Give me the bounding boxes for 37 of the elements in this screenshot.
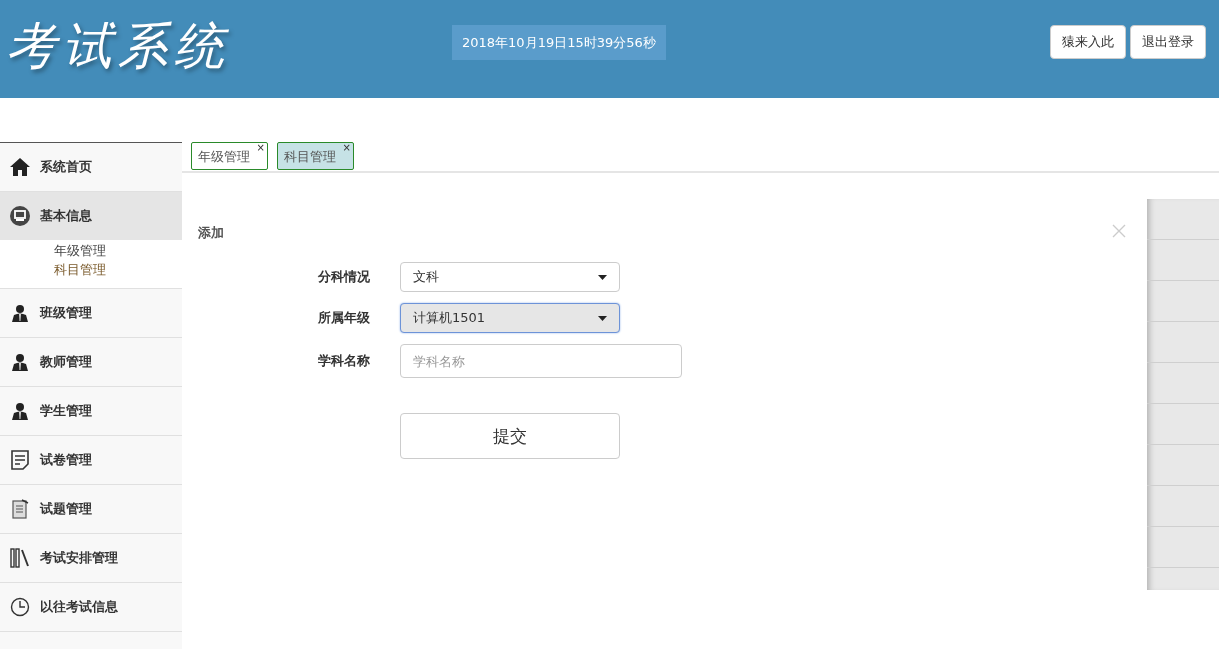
person-icon bbox=[11, 304, 29, 322]
header-button[interactable]: 猿来入此 bbox=[1050, 25, 1126, 59]
sidebar-item[interactable]: 班级管理 bbox=[0, 289, 182, 337]
sidebar-item[interactable]: 试卷管理 bbox=[0, 436, 182, 484]
select-field[interactable]: 文科 bbox=[400, 262, 620, 292]
tab[interactable]: 科目管理 × bbox=[277, 142, 354, 170]
notepad-icon bbox=[11, 499, 29, 519]
sidebar-item[interactable]: 以往考试信息 bbox=[0, 583, 182, 631]
monitor-icon bbox=[10, 206, 30, 226]
dialog-title: 添加 bbox=[198, 224, 224, 242]
close-icon[interactable] bbox=[1112, 224, 1126, 238]
sidebar-item[interactable]: 学生管理 bbox=[0, 387, 182, 435]
header-button[interactable]: 退出登录 bbox=[1130, 25, 1206, 59]
document-icon bbox=[11, 450, 29, 470]
field-label: 分科情况 bbox=[317, 268, 371, 286]
caret-icon bbox=[598, 274, 607, 280]
sidebar-item[interactable]: 基本信息 bbox=[0, 192, 182, 240]
field-label: 学科名称 bbox=[317, 352, 371, 370]
logo-text: 考试系统 bbox=[6, 15, 231, 77]
clock-icon bbox=[10, 597, 30, 617]
sidebar-item[interactable]: 试题管理 bbox=[0, 485, 182, 533]
submenu-item[interactable]: 年级管理 bbox=[54, 241, 182, 260]
tab[interactable]: 年级管理 × bbox=[191, 142, 268, 170]
sidebar-item[interactable]: 系统首页 bbox=[0, 143, 182, 191]
datetime-label: 2018年10月19日15时39分56秒 bbox=[452, 24, 666, 60]
person-icon bbox=[11, 402, 29, 420]
submit-button[interactable]: 提交 bbox=[400, 413, 620, 459]
submenu-item[interactable]: 科目管理 bbox=[54, 260, 182, 279]
sidebar-item[interactable]: 考试安排管理 bbox=[0, 534, 182, 582]
home-icon bbox=[10, 158, 30, 176]
books-icon bbox=[10, 548, 30, 568]
field-label: 所属年级 bbox=[317, 309, 371, 327]
select-field[interactable]: 计算机1501 bbox=[400, 303, 620, 333]
sidebar-item[interactable]: 教师管理 bbox=[0, 338, 182, 386]
input-field[interactable]: 学科名称 bbox=[400, 344, 682, 378]
caret-icon bbox=[598, 315, 607, 321]
person-icon bbox=[11, 353, 29, 371]
